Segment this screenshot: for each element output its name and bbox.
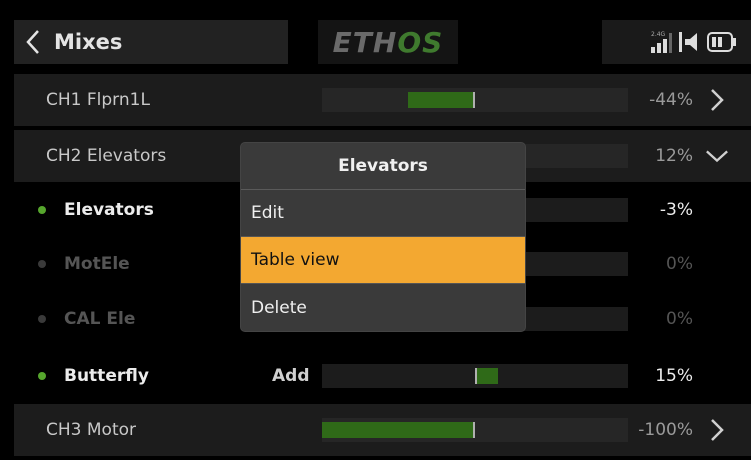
back-button[interactable]: Mixes (14, 20, 288, 64)
logo-text-eth: ETH (332, 25, 398, 59)
logo-text-os: OS (397, 25, 444, 59)
speaker-icon (679, 30, 701, 54)
channel-value: 12% (655, 146, 693, 166)
popup-title: Elevators (241, 143, 525, 190)
mix-label: Butterfly (64, 366, 149, 386)
output-bar (322, 418, 628, 442)
mix-active-dot (38, 206, 46, 214)
channel-label: CH3 Motor (46, 420, 136, 440)
channel-row-ch3[interactable]: CH3 Motor -100% (14, 404, 751, 456)
mix-label: CAL Ele (64, 309, 136, 329)
menu-item-edit[interactable]: Edit (241, 190, 525, 237)
mix-label: Elevators (64, 200, 154, 220)
chevron-left-icon (14, 20, 52, 64)
mix-value: 15% (655, 366, 693, 386)
channel-row-ch1[interactable]: CH1 Flprn1L -44% (14, 74, 751, 126)
chevron-right-icon[interactable] (705, 86, 729, 114)
context-menu-popup: Elevators Edit Table view Delete (241, 143, 525, 331)
status-bar[interactable]: 2.4G (602, 20, 751, 64)
battery-icon (707, 31, 737, 53)
header: Mixes ETHOS 2.4G (0, 0, 751, 74)
ethos-logo: ETHOS (318, 20, 458, 64)
menu-item-delete[interactable]: Delete (241, 284, 525, 331)
mix-value: 0% (666, 309, 693, 329)
mix-label: MotEle (64, 254, 130, 274)
mix-bar-fill (475, 368, 498, 384)
mix-row-butterfly[interactable]: Butterfly Add 15% (14, 350, 751, 402)
signal-bars-icon: 2.4G (647, 29, 673, 55)
channel-value: -44% (649, 90, 693, 110)
mix-inactive-dot (38, 260, 46, 268)
mix-inactive-dot (38, 315, 46, 323)
mix-operation: Add (272, 366, 310, 386)
channel-value: -100% (638, 420, 693, 440)
output-bar (322, 88, 628, 112)
mixes-screen: Mixes ETHOS 2.4G CH1 Flprn1L -44% CH2 El… (0, 0, 751, 460)
chevron-right-icon[interactable] (705, 416, 729, 444)
signal-band-label: 2.4G (651, 31, 666, 38)
output-bar-fill (407, 92, 475, 108)
mix-value: 0% (666, 254, 693, 274)
mix-value: -3% (659, 200, 693, 220)
chevron-down-icon[interactable] (705, 142, 729, 170)
mix-bar (322, 364, 628, 388)
menu-item-table-view[interactable]: Table view (241, 237, 525, 284)
channel-label: CH1 Flprn1L (46, 90, 150, 110)
page-title: Mixes (54, 30, 123, 54)
output-bar-fill (322, 422, 475, 438)
channel-label: CH2 Elevators (46, 146, 167, 166)
mix-active-dot (38, 372, 46, 380)
